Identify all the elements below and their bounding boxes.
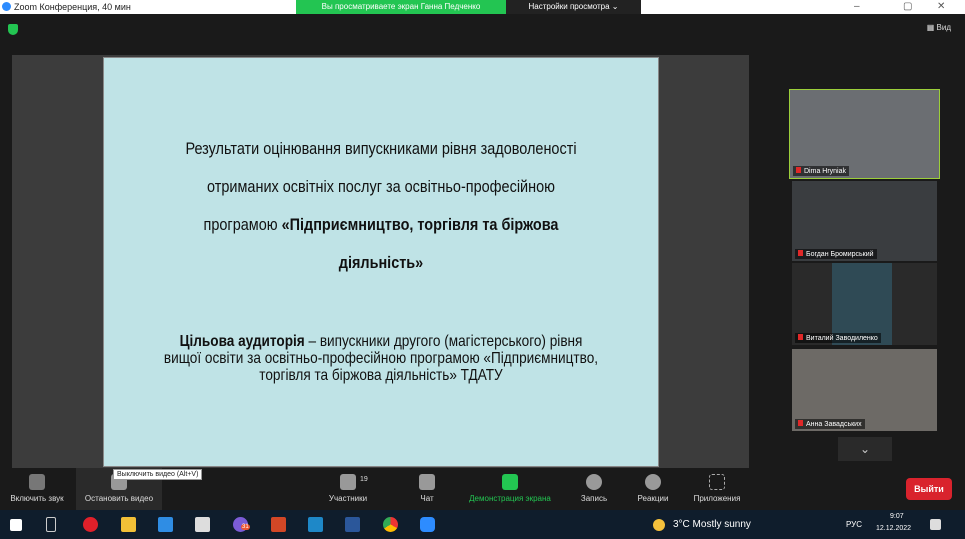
participant-tile[interactable]: Виталий Заводиленко	[792, 263, 937, 345]
share-screen-button[interactable]: Демонстрация экрана	[460, 468, 560, 510]
participant-name: Богдан Бромирський	[795, 249, 877, 259]
notifications-icon[interactable]	[930, 519, 941, 530]
mail-icon[interactable]	[158, 517, 173, 532]
notification-badge: 31	[241, 524, 250, 530]
viewing-banner: Вы просматриваете экран Ганна Педченко	[296, 0, 506, 14]
participant-name: Анна Завадських	[795, 419, 865, 429]
viber-icon[interactable]: 31	[233, 517, 250, 532]
view-button[interactable]: ▦ Вид	[927, 23, 951, 32]
title-line: Результати оцінювання випускниками рівня…	[185, 139, 577, 158]
clock-time[interactable]: 9:07	[890, 513, 904, 520]
label: Остановить видео	[84, 494, 154, 503]
participants-icon	[340, 474, 356, 490]
minimize-button[interactable]: –	[854, 1, 860, 12]
view-settings-button[interactable]: Настройки просмотра ⌄	[506, 0, 641, 14]
label: Реакции	[637, 494, 669, 503]
participants-button[interactable]: Участники 19	[322, 468, 374, 510]
apps-icon	[709, 474, 725, 490]
record-icon	[586, 474, 602, 490]
label: Включить звук	[10, 494, 64, 503]
label: Демонстрация экрана	[469, 494, 551, 503]
zoom-logo-icon	[2, 2, 11, 11]
label: Участники	[328, 494, 368, 503]
label: Чат	[420, 494, 434, 503]
powerpoint-icon[interactable]	[271, 517, 286, 532]
title-line: програмою	[203, 215, 282, 234]
leave-button[interactable]: Выйти	[906, 478, 952, 500]
word-icon[interactable]	[345, 517, 360, 532]
title-bar: Zoom Конференция, 40 мин Вы просматривае…	[0, 0, 965, 14]
participant-tile[interactable]: Богдан Бромирський	[792, 181, 937, 261]
label: Приложения	[693, 494, 741, 503]
tooltip: Выключить видео (Alt+V)	[113, 469, 203, 480]
chevron-down-icon[interactable]: ⌄	[838, 437, 892, 461]
weather-text[interactable]: 3°C Mostly sunny	[673, 519, 751, 530]
weather-icon	[653, 519, 665, 531]
media-player-icon[interactable]	[308, 517, 323, 532]
apps-button[interactable]: Приложения	[686, 468, 748, 510]
clock-date[interactable]: 12.12.2022	[876, 525, 911, 532]
windows-start-icon[interactable]	[10, 519, 22, 531]
slide-title: Результати оцінювання випускниками рівня…	[180, 130, 583, 282]
chat-icon	[419, 474, 435, 490]
unmute-button[interactable]: Включить звук	[4, 468, 70, 510]
mic-muted-icon	[29, 474, 45, 490]
language-indicator[interactable]: РУС	[846, 520, 862, 529]
file-explorer-icon[interactable]	[121, 517, 136, 532]
reactions-button[interactable]: Реакции	[630, 468, 676, 510]
participant-tile[interactable]: Dima Hryniak	[789, 89, 940, 179]
task-view-icon[interactable]	[46, 517, 56, 532]
title-line: отриманих освітніх послуг за освітньо-пр…	[207, 177, 555, 196]
window-title: Zoom Конференция, 40 мин	[14, 2, 131, 12]
audience-label: Цільова аудиторія	[179, 333, 305, 350]
zoom-taskbar-icon[interactable]	[420, 517, 435, 532]
participant-count: 19	[360, 476, 368, 483]
participant-name: Виталий Заводиленко	[795, 333, 881, 343]
store-icon[interactable]	[195, 517, 210, 532]
share-screen-icon	[502, 474, 518, 490]
chat-button[interactable]: Чат	[410, 468, 444, 510]
chrome-icon[interactable]	[383, 517, 398, 532]
close-button[interactable]: ✕	[937, 1, 945, 12]
slide: Результати оцінювання випускниками рівня…	[103, 57, 659, 467]
record-button[interactable]: Запись	[574, 468, 614, 510]
security-shield-icon[interactable]	[8, 24, 18, 35]
program-name: «Підприємництво, торгівля та біржова дія…	[281, 215, 559, 272]
slide-audience: Цільова аудиторія – випускники другого (…	[163, 333, 600, 384]
taskbar: 31 3°C Mostly sunny РУС 9:07 12.12.2022	[0, 510, 965, 539]
participant-name: Dima Hryniak	[793, 166, 850, 176]
label: Запись	[580, 494, 608, 503]
maximize-button[interactable]: ▢	[903, 1, 912, 12]
opera-icon[interactable]	[83, 517, 98, 532]
participant-tile[interactable]: Анна Завадських	[792, 349, 937, 431]
reactions-icon	[645, 474, 661, 490]
